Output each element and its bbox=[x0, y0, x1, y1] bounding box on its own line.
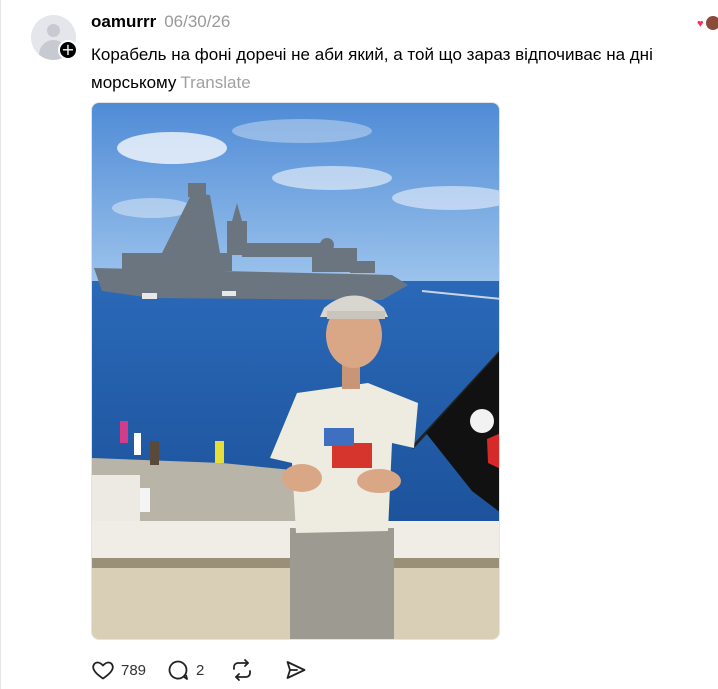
repost-button[interactable] bbox=[230, 658, 254, 682]
post-body: Корабель на фоні доречі не аби який, а т… bbox=[91, 41, 716, 97]
like-count: 789 bbox=[121, 661, 147, 679]
reaction-preview: ♥ bbox=[697, 14, 718, 34]
post-header: oamurrr 06/30/26 bbox=[91, 12, 230, 36]
action-bar: 789 2 bbox=[91, 656, 308, 684]
like-button[interactable]: 789 bbox=[91, 658, 146, 682]
post-timestamp: 06/30/26 bbox=[164, 12, 231, 31]
translate-link[interactable]: Translate bbox=[180, 73, 250, 92]
repost-icon bbox=[233, 659, 252, 681]
follow-plus-icon[interactable]: + bbox=[58, 40, 78, 60]
comment-icon bbox=[168, 660, 188, 680]
reply-button[interactable]: 2 bbox=[166, 658, 204, 682]
heart-icon bbox=[92, 661, 114, 680]
send-icon bbox=[286, 661, 306, 679]
heart-reaction-icon: ♥ bbox=[697, 18, 704, 30]
share-button[interactable] bbox=[284, 658, 308, 682]
reply-count: 2 bbox=[196, 661, 205, 679]
post-text: Корабель на фоні доречі не аби який, а т… bbox=[91, 45, 653, 92]
reactor-avatar bbox=[705, 15, 718, 31]
thread-divider bbox=[0, 0, 1, 689]
post-photo[interactable] bbox=[91, 102, 500, 640]
avatar[interactable]: + bbox=[31, 15, 78, 60]
username-link[interactable]: oamurrr bbox=[91, 12, 156, 32]
photo-illustration bbox=[92, 103, 499, 639]
